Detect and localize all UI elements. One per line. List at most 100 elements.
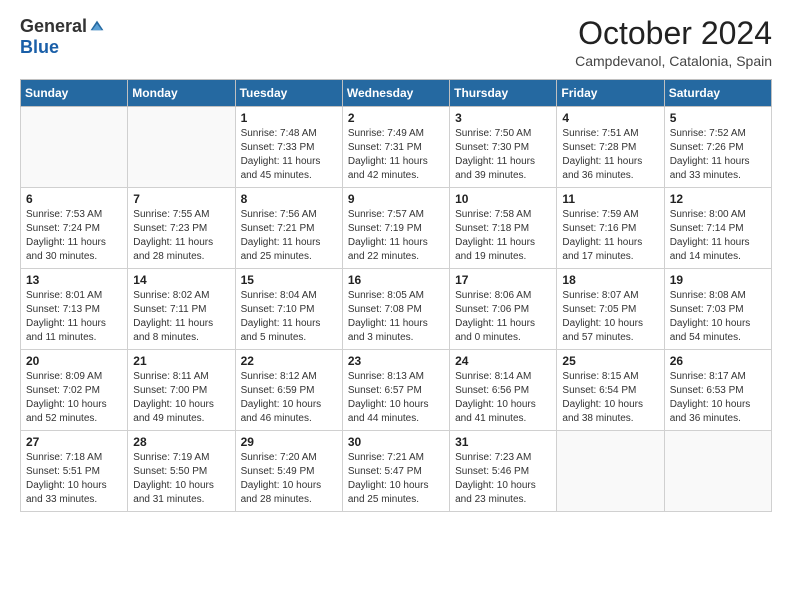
- calendar-cell: 31Sunrise: 7:23 AMSunset: 5:46 PMDayligh…: [450, 431, 557, 512]
- day-header-monday: Monday: [128, 80, 235, 107]
- day-number: 17: [455, 273, 551, 287]
- day-detail: Sunrise: 7:51 AMSunset: 7:28 PMDaylight:…: [562, 127, 658, 183]
- header: General Blue October 2024 Campdevanol, C…: [20, 16, 772, 69]
- location: Campdevanol, Catalonia, Spain: [575, 53, 772, 69]
- calendar-cell: 10 Sunrise: 7:58 AMSunset: 7:18 PMDayligh…: [450, 188, 557, 269]
- day-detail: Sunrise: 7:57 AMSunset: 7:19 PMDaylight:…: [348, 208, 444, 264]
- day-number: 20: [26, 354, 122, 368]
- calendar-cell: 19 Sunrise: 8:08 AMSunset: 7:03 PMDayligh…: [664, 269, 771, 350]
- day-detail: Sunrise: 7:49 AMSunset: 7:31 PMDaylight:…: [348, 127, 444, 183]
- day-detail: Sunrise: 7:20 AMSunset: 5:49 PMDaylight:…: [241, 451, 337, 507]
- day-detail: Sunrise: 7:58 AMSunset: 7:18 PMDaylight:…: [455, 208, 551, 264]
- day-detail: Sunrise: 8:02 AMSunset: 7:11 PMDaylight:…: [133, 289, 229, 345]
- calendar-cell: 23Sunrise: 8:13 AMSunset: 6:57 PMDayligh…: [342, 350, 449, 431]
- day-number: 2: [348, 111, 444, 125]
- month-title: October 2024: [575, 16, 772, 51]
- calendar-header-row: SundayMondayTuesdayWednesdayThursdayFrid…: [21, 80, 772, 107]
- day-header-friday: Friday: [557, 80, 664, 107]
- day-number: 27: [26, 435, 122, 449]
- logo-icon: [89, 19, 105, 35]
- title-block: October 2024 Campdevanol, Catalonia, Spa…: [575, 16, 772, 69]
- day-number: 14: [133, 273, 229, 287]
- week-row-4: 20 Sunrise: 8:09 AMSunset: 7:02 PMDayligh…: [21, 350, 772, 431]
- day-number: 1: [241, 111, 337, 125]
- day-header-sunday: Sunday: [21, 80, 128, 107]
- calendar-cell: [557, 431, 664, 512]
- calendar-cell: 30 Sunrise: 7:21 AMSunset: 5:47 PMDayligh…: [342, 431, 449, 512]
- logo-blue-text: Blue: [20, 37, 59, 58]
- calendar-cell: 11Sunrise: 7:59 AMSunset: 7:16 PMDayligh…: [557, 188, 664, 269]
- calendar-table: SundayMondayTuesdayWednesdayThursdayFrid…: [20, 79, 772, 512]
- day-detail: Sunrise: 8:09 AMSunset: 7:02 PMDaylight:…: [26, 370, 122, 426]
- day-number: 30: [348, 435, 444, 449]
- day-detail: Sunrise: 7:59 AMSunset: 7:16 PMDaylight:…: [562, 208, 658, 264]
- day-number: 3: [455, 111, 551, 125]
- day-detail: Sunrise: 8:05 AMSunset: 7:08 PMDaylight:…: [348, 289, 444, 345]
- day-number: 12: [670, 192, 766, 206]
- day-number: 23: [348, 354, 444, 368]
- day-number: 10: [455, 192, 551, 206]
- calendar-cell: 27Sunrise: 7:18 AMSunset: 5:51 PMDayligh…: [21, 431, 128, 512]
- calendar-cell: 8 Sunrise: 7:56 AMSunset: 7:21 PMDaylight…: [235, 188, 342, 269]
- day-detail: Sunrise: 7:48 AMSunset: 7:33 PMDaylight:…: [241, 127, 337, 183]
- day-number: 25: [562, 354, 658, 368]
- calendar-cell: 14 Sunrise: 8:02 AMSunset: 7:11 PMDayligh…: [128, 269, 235, 350]
- calendar-cell: 1 Sunrise: 7:48 AMSunset: 7:33 PMDaylight…: [235, 107, 342, 188]
- day-number: 29: [241, 435, 337, 449]
- day-number: 18: [562, 273, 658, 287]
- week-row-1: 1 Sunrise: 7:48 AMSunset: 7:33 PMDaylight…: [21, 107, 772, 188]
- week-row-3: 13Sunrise: 8:01 AMSunset: 7:13 PMDayligh…: [21, 269, 772, 350]
- day-detail: Sunrise: 8:15 AMSunset: 6:54 PMDaylight:…: [562, 370, 658, 426]
- day-number: 8: [241, 192, 337, 206]
- day-header-thursday: Thursday: [450, 80, 557, 107]
- calendar-cell: 5 Sunrise: 7:52 AMSunset: 7:26 PMDaylight…: [664, 107, 771, 188]
- day-number: 22: [241, 354, 337, 368]
- day-number: 5: [670, 111, 766, 125]
- day-number: 6: [26, 192, 122, 206]
- calendar-cell: 3Sunrise: 7:50 AMSunset: 7:30 PMDaylight…: [450, 107, 557, 188]
- day-detail: Sunrise: 7:21 AMSunset: 5:47 PMDaylight:…: [348, 451, 444, 507]
- day-detail: Sunrise: 8:17 AMSunset: 6:53 PMDaylight:…: [670, 370, 766, 426]
- day-number: 28: [133, 435, 229, 449]
- day-header-wednesday: Wednesday: [342, 80, 449, 107]
- day-number: 26: [670, 354, 766, 368]
- day-number: 24: [455, 354, 551, 368]
- day-detail: Sunrise: 7:53 AMSunset: 7:24 PMDaylight:…: [26, 208, 122, 264]
- day-detail: Sunrise: 7:55 AMSunset: 7:23 PMDaylight:…: [133, 208, 229, 264]
- calendar-cell: [128, 107, 235, 188]
- calendar-cell: 4Sunrise: 7:51 AMSunset: 7:28 PMDaylight…: [557, 107, 664, 188]
- calendar-cell: 2 Sunrise: 7:49 AMSunset: 7:31 PMDaylight…: [342, 107, 449, 188]
- calendar-cell: 18 Sunrise: 8:07 AMSunset: 7:05 PMDayligh…: [557, 269, 664, 350]
- day-number: 9: [348, 192, 444, 206]
- calendar-cell: [21, 107, 128, 188]
- day-number: 21: [133, 354, 229, 368]
- day-number: 7: [133, 192, 229, 206]
- day-header-saturday: Saturday: [664, 80, 771, 107]
- day-number: 15: [241, 273, 337, 287]
- day-detail: Sunrise: 7:52 AMSunset: 7:26 PMDaylight:…: [670, 127, 766, 183]
- calendar-cell: 22Sunrise: 8:12 AMSunset: 6:59 PMDayligh…: [235, 350, 342, 431]
- day-number: 19: [670, 273, 766, 287]
- day-detail: Sunrise: 8:01 AMSunset: 7:13 PMDaylight:…: [26, 289, 122, 345]
- day-detail: Sunrise: 8:07 AMSunset: 7:05 PMDaylight:…: [562, 289, 658, 345]
- day-detail: Sunrise: 8:08 AMSunset: 7:03 PMDaylight:…: [670, 289, 766, 345]
- calendar-cell: 15Sunrise: 8:04 AMSunset: 7:10 PMDayligh…: [235, 269, 342, 350]
- calendar-cell: [664, 431, 771, 512]
- logo-general-text: General: [20, 16, 87, 37]
- day-detail: Sunrise: 8:00 AMSunset: 7:14 PMDaylight:…: [670, 208, 766, 264]
- day-header-tuesday: Tuesday: [235, 80, 342, 107]
- calendar-cell: 28 Sunrise: 7:19 AMSunset: 5:50 PMDayligh…: [128, 431, 235, 512]
- calendar-cell: 9 Sunrise: 7:57 AMSunset: 7:19 PMDaylight…: [342, 188, 449, 269]
- week-row-2: 6 Sunrise: 7:53 AMSunset: 7:24 PMDaylight…: [21, 188, 772, 269]
- calendar-cell: 24 Sunrise: 8:14 AMSunset: 6:56 PMDayligh…: [450, 350, 557, 431]
- day-detail: Sunrise: 7:56 AMSunset: 7:21 PMDaylight:…: [241, 208, 337, 264]
- calendar-cell: 26 Sunrise: 8:17 AMSunset: 6:53 PMDayligh…: [664, 350, 771, 431]
- day-detail: Sunrise: 7:19 AMSunset: 5:50 PMDaylight:…: [133, 451, 229, 507]
- page: General Blue October 2024 Campdevanol, C…: [0, 0, 792, 612]
- calendar-cell: 21Sunrise: 8:11 AMSunset: 7:00 PMDayligh…: [128, 350, 235, 431]
- day-number: 31: [455, 435, 551, 449]
- calendar-cell: 17Sunrise: 8:06 AMSunset: 7:06 PMDayligh…: [450, 269, 557, 350]
- calendar-cell: 13Sunrise: 8:01 AMSunset: 7:13 PMDayligh…: [21, 269, 128, 350]
- day-number: 16: [348, 273, 444, 287]
- day-detail: Sunrise: 8:14 AMSunset: 6:56 PMDaylight:…: [455, 370, 551, 426]
